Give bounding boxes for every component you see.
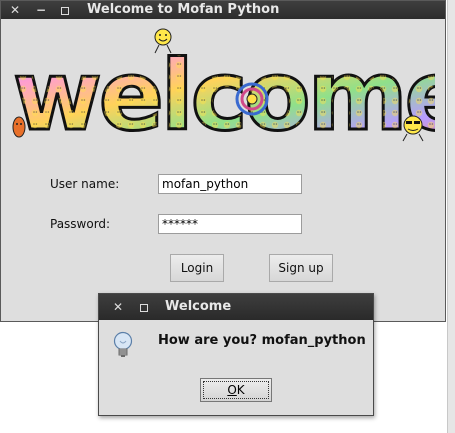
dialog-close-icon[interactable]: ✕	[110, 294, 126, 320]
smiley-left-icon	[12, 116, 26, 138]
lightbulb-icon	[113, 331, 133, 357]
close-icon[interactable]: ✕	[7, 1, 23, 19]
minimize-icon[interactable]: −	[33, 1, 49, 19]
banner-text-pattern: welcome	[13, 40, 435, 151]
dialog-message: How are you? mofan_python	[158, 333, 366, 348]
welcome-banner-image: welcome welcome	[12, 28, 435, 151]
desktop-edge	[447, 0, 455, 433]
login-button[interactable]: Login	[170, 254, 224, 282]
username-label: User name:	[50, 177, 120, 191]
signup-button[interactable]: Sign up	[269, 254, 333, 282]
ok-accelerator: O	[227, 383, 237, 397]
dialog-maximize-icon[interactable]	[136, 294, 152, 320]
username-input[interactable]: mofan_python	[158, 174, 302, 194]
maximize-icon[interactable]	[57, 1, 73, 19]
password-input[interactable]: ******	[158, 214, 302, 234]
spiral-eye-icon	[235, 82, 269, 116]
main-titlebar[interactable]: ✕ − Welcome to Mofan Python	[1, 1, 445, 19]
main-window: ✕ − Welcome to Mofan Python welcome welc…	[0, 0, 446, 322]
dialog-title: Welcome	[165, 299, 232, 314]
welcome-dialog: ✕ Welcome How are you? mofan_python OK	[98, 293, 374, 416]
window-title: Welcome to Mofan Python	[87, 2, 280, 17]
dialog-titlebar[interactable]: ✕ Welcome	[99, 294, 373, 320]
password-label: Password:	[50, 217, 111, 231]
ok-label-rest: K	[236, 383, 245, 397]
ok-button[interactable]: OK	[200, 378, 272, 402]
